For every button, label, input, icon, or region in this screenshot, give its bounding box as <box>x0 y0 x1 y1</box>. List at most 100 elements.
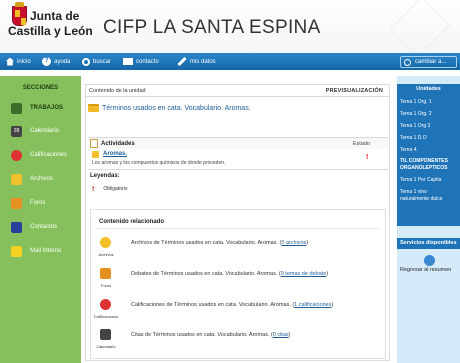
nav-misdatos-link[interactable]: mis datos <box>177 56 216 67</box>
site-title: CIFP LA SANTA ESPINA <box>103 17 321 38</box>
activity-icon <box>92 151 99 158</box>
sections-sidebar: SECCIONES TRABAJOS 28 Calendario Calific… <box>0 76 81 363</box>
related-link[interactable]: 0 temas de debate <box>281 271 327 277</box>
sidebar-item-label: Mail Interno <box>30 248 62 254</box>
unit-link[interactable]: Tema 1 vino <box>400 189 460 195</box>
nav-ayuda-link[interactable]: ? ayuda <box>42 56 70 67</box>
top-navigation: inicio ? ayuda buscar contacto mis datos… <box>0 53 460 70</box>
related-row-foros: Foros Debates de Términos usados en cata… <box>91 267 385 295</box>
sidebar-item-contactos[interactable]: Contactos <box>0 219 81 235</box>
unit-link[interactable]: Tema 1 D.O <box>400 135 460 141</box>
related-link[interactable]: 0 archivos <box>281 240 306 246</box>
activity-link[interactable]: Aromas. <box>103 151 127 157</box>
sidebar-item-label: Contactos <box>30 224 58 230</box>
nav-ayuda-label: ayuda <box>54 58 71 65</box>
sidebar-item-calificaciones[interactable]: Calificaciones <box>0 147 81 163</box>
unit-link[interactable]: Tema 1 Org. 1 <box>400 99 460 105</box>
grades-icon <box>11 149 22 161</box>
nav-contacto-label: contacto <box>136 58 159 65</box>
nav-inicio-label: inicio <box>17 58 31 65</box>
related-caption: Foros <box>100 283 112 288</box>
grades-icon[interactable] <box>100 299 111 310</box>
unit-link[interactable]: Tema 1 Org. 2 <box>400 111 460 117</box>
logo-text-line1[interactable]: Junta de <box>30 9 79 23</box>
nav-inicio-link[interactable]: inicio <box>6 56 31 67</box>
sidebar-item-archivos[interactable]: Archivos <box>0 171 81 187</box>
logo-text-line2[interactable]: Castilla y León <box>8 24 93 38</box>
preview-label: PREVISUALIZACIÓN <box>325 88 383 94</box>
related-caption: Archivos <box>98 252 114 257</box>
activities-header: Actividades Estado <box>88 137 388 149</box>
required-flag-icon: ! <box>92 185 95 193</box>
calendar-icon[interactable] <box>100 329 111 340</box>
sidebar-item-foros[interactable]: Foros <box>0 195 81 211</box>
related-row-calificaciones: Calificaciones Calificaciones de Término… <box>91 298 385 326</box>
header-decoration <box>389 0 451 58</box>
sidebar-item-label: Foros <box>30 200 46 206</box>
pencil-icon <box>177 56 187 67</box>
activity-description: Los aromas y los compuestos químicos de … <box>92 160 226 166</box>
related-row-archivos: Archivos Archivos de Términos usados en … <box>91 236 385 264</box>
related-text-body: Citas de Términos usados en cata. Vocabu… <box>131 332 273 338</box>
related-content-panel: Contenido relacionado Archivos Archivos … <box>90 209 386 359</box>
status-column-header: Estado <box>352 141 370 147</box>
related-suffix: ) <box>326 271 329 277</box>
unit-link[interactable]: Tema 1 Org 3 <box>400 123 460 129</box>
works-icon <box>11 102 22 114</box>
unit-link[interactable]: Tema 1 Per Capita <box>400 177 460 183</box>
files-icon[interactable] <box>100 237 111 248</box>
related-caption: Calificaciones <box>93 314 119 319</box>
related-link[interactable]: 0 citas <box>273 332 289 338</box>
unit-title: Términos usados en cata. Vocabulario. Ar… <box>102 104 251 112</box>
related-suffix: ) <box>288 332 291 338</box>
sidebar-item-label: Calendario <box>30 128 60 134</box>
change-course-button[interactable]: cambiar a... <box>400 56 457 68</box>
related-text: Calificaciones de Términos usados en cat… <box>131 302 333 308</box>
sidebar-item-calendario[interactable]: 28 Calendario <box>0 123 81 139</box>
related-suffix: ) <box>306 240 309 246</box>
forums-icon[interactable] <box>100 268 111 279</box>
related-text: Citas de Términos usados en cata. Vocabu… <box>131 332 291 338</box>
unit-link-line2[interactable]: naturalmente dulce <box>400 196 460 202</box>
related-suffix: ) <box>331 302 334 308</box>
related-caption: Calendario <box>96 344 116 349</box>
unit-link-active-line2[interactable]: ORGANOLÉPTICOS <box>400 165 460 171</box>
nav-buscar-link[interactable]: buscar <box>82 56 111 67</box>
legends-title: Leyendas: <box>90 172 120 179</box>
related-link[interactable]: 1 calificaciones <box>294 302 331 308</box>
files-icon <box>11 173 22 185</box>
nav-contacto-link[interactable]: contacto <box>123 56 159 67</box>
activities-title: Actividades <box>101 140 135 147</box>
help-icon: ? <box>42 57 51 66</box>
related-text: Debates de Términos usados en cata. Voca… <box>131 271 328 277</box>
unit-title-row: Términos usados en cata. Vocabulario. Ar… <box>88 102 388 114</box>
site-header: Junta de Castilla y León CIFP LA SANTA E… <box>0 0 460 58</box>
legend-row: ! Obligatorio <box>92 184 382 194</box>
units-list: Tema 1 Org. 1 Tema 1 Org. 2 Tema 1 Org 3… <box>397 95 460 226</box>
unit-link-active[interactable]: TIL COMPONENTES <box>400 158 460 164</box>
back-to-summary-link[interactable]: Regresar al resumen <box>400 267 451 273</box>
unit-content-label: Contenido de la unidad <box>89 88 146 94</box>
legend-text: Obligatorio <box>103 186 128 192</box>
activities-icon <box>90 139 98 148</box>
sidebar-item-mail-interno[interactable]: Mail Interno <box>0 243 81 259</box>
nav-misdatos-label: mis datos <box>190 58 216 65</box>
related-text: Archivos de Términos usados en cata. Voc… <box>131 240 308 246</box>
home-icon <box>6 57 14 66</box>
related-text-body: Debates de Términos usados en cata. Voca… <box>131 271 281 277</box>
back-to-summary-icon[interactable] <box>424 255 435 266</box>
sidebar-item-label: TRABAJOS <box>30 105 64 111</box>
sidebar-item-label: Archivos <box>30 176 54 182</box>
unit-panel: Contenido de la unidad PREVISUALIZACIÓN … <box>85 84 390 361</box>
required-flag-icon: ! <box>366 154 369 161</box>
sidebar-item-trabajos[interactable]: TRABAJOS <box>0 100 81 116</box>
switch-icon <box>404 58 411 66</box>
sidebar-title: SECCIONES <box>22 85 59 91</box>
related-content-title: Contenido relacionado <box>99 219 165 225</box>
mail-icon <box>11 245 22 257</box>
unit-link[interactable]: Tema 4. <box>400 147 460 153</box>
junta-logo-icon[interactable] <box>12 2 27 26</box>
forums-icon <box>11 197 22 209</box>
calendar-icon: 28 <box>11 125 22 137</box>
nav-buscar-label: buscar <box>93 58 112 65</box>
